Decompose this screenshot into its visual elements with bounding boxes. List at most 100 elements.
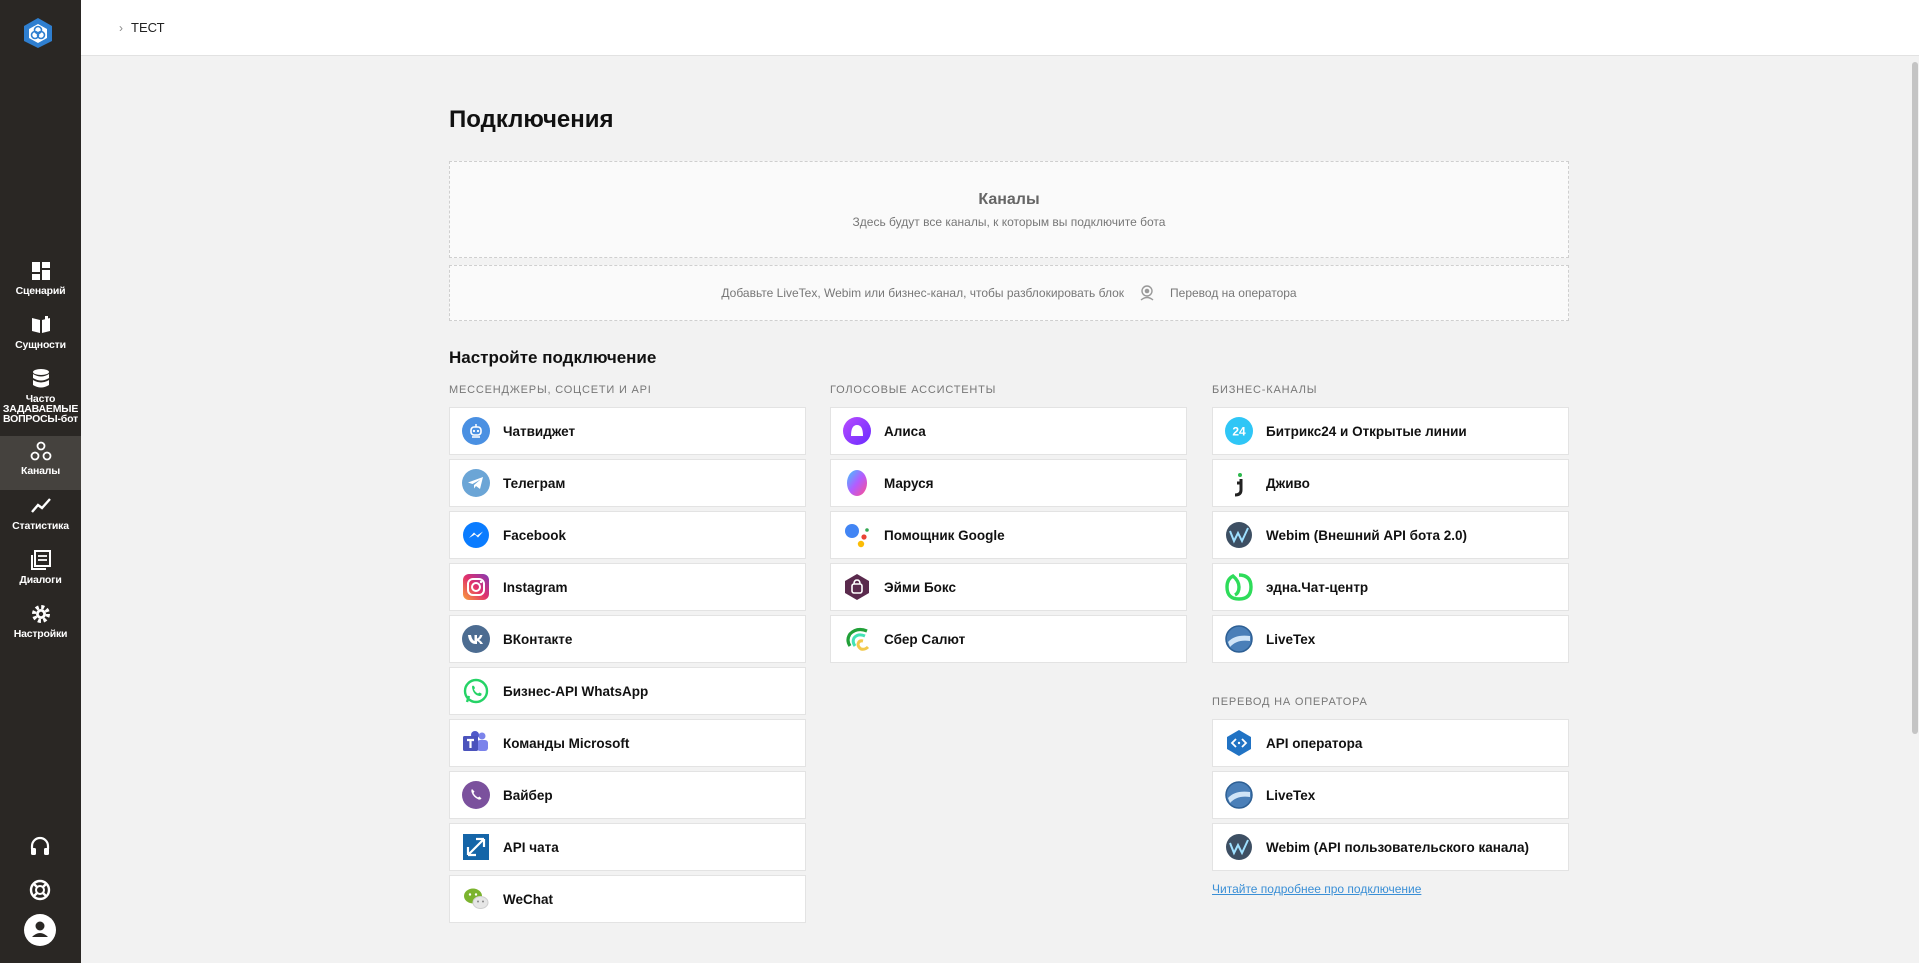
nav-item-faq-bot[interactable]: Часто ЗАДАВАЕМЫЕ ВОПРОСЫ-бот	[0, 364, 81, 428]
edna-icon	[1225, 573, 1253, 601]
nav-item-settings[interactable]: Настройки	[0, 599, 81, 653]
channel-label: Маруся	[884, 475, 934, 491]
nav-item-channels[interactable]: Каналы	[0, 436, 81, 490]
channel-label: Команды Microsoft	[503, 735, 630, 751]
operator-api-icon	[1225, 729, 1253, 757]
channel-viber[interactable]: Вайбер	[449, 771, 806, 819]
support-headset-icon[interactable]	[24, 831, 56, 863]
channel-label: Алиса	[884, 423, 926, 439]
channel-livetex-business[interactable]: LiveTex	[1212, 615, 1569, 663]
messengers-column: МЕССЕНДЖЕРЫ, СОЦСЕТИ И API Чатвиджет Тел…	[449, 383, 806, 927]
channel-label: Webim (Внешний API бота 2.0)	[1266, 527, 1468, 543]
voice-column: ГОЛОСОВЫЕ АССИСТЕНТЫ Алиса Маруся Помощн…	[830, 383, 1187, 667]
channel-facebook[interactable]: Facebook	[449, 511, 806, 559]
database-icon	[32, 369, 49, 388]
dashboard-icon	[31, 262, 50, 280]
nav-item-dialogs[interactable]: Диалоги	[0, 545, 81, 599]
livetex-icon	[1225, 781, 1253, 809]
gear-icon	[31, 605, 50, 623]
channel-label: Бизнес-API WhatsApp	[503, 683, 649, 699]
channel-label: ВКонтакте	[503, 631, 573, 647]
channel-label: Эйми Бокс	[884, 579, 956, 595]
channels-icon	[30, 441, 51, 461]
channel-wechat[interactable]: WeChat	[449, 875, 806, 923]
channel-amy-box[interactable]: Эйми Бокс	[830, 563, 1187, 611]
channel-jivo[interactable]: Дживо	[1212, 459, 1569, 507]
channel-chatwidget[interactable]: Чатвиджет	[449, 407, 806, 455]
nav-item-statistics[interactable]: Статистика	[0, 491, 81, 545]
nav-item-scenario[interactable]: Сценарий	[0, 256, 81, 310]
connected-channels-box: Каналы Здесь будут все каналы, к которым…	[449, 161, 1569, 258]
help-lifebuoy-icon[interactable]	[24, 874, 56, 906]
nav-label: Диалоги	[19, 574, 62, 586]
instagram-icon	[462, 573, 490, 601]
nav-label: Каналы	[21, 465, 60, 477]
channel-vkontakte[interactable]: ВКонтакте	[449, 615, 806, 663]
vk-icon	[462, 625, 490, 653]
channel-label: API оператора	[1266, 735, 1363, 751]
channel-telegram[interactable]: Телеграм	[449, 459, 806, 507]
jivo-icon	[1225, 469, 1253, 497]
channel-bitrix24[interactable]: 24 Битрикс24 и Открытые линии	[1212, 407, 1569, 455]
dialogs-icon	[30, 550, 51, 570]
operator-livetex[interactable]: LiveTex	[1212, 771, 1569, 819]
nav-item-entities[interactable]: Сущности	[0, 310, 81, 364]
channel-edna-chat-center[interactable]: эдна.Чат-центр	[1212, 563, 1569, 611]
google-assistant-icon	[843, 521, 871, 549]
channel-label: Сбер Салют	[884, 631, 966, 647]
book-icon	[31, 316, 50, 333]
viber-icon	[462, 781, 490, 809]
channel-label: LiveTex	[1266, 787, 1316, 803]
channel-label: Webim (API пользовательского канала)	[1266, 839, 1529, 855]
channel-webim-bot-api[interactable]: Webim (Внешний API бота 2.0)	[1212, 511, 1569, 559]
webim-icon	[1225, 833, 1253, 861]
chevron-right-icon: ›	[119, 20, 123, 35]
operator-icon	[1138, 284, 1156, 302]
channel-google-assistant[interactable]: Помощник Google	[830, 511, 1187, 559]
whatsapp-icon	[462, 677, 490, 705]
channel-label: Instagram	[503, 579, 568, 595]
operator-hint: Добавьте LiveTex, Webim или бизнес-канал…	[721, 286, 1125, 300]
read-more-link[interactable]: Читайте подробнее про подключение	[1212, 882, 1421, 896]
sidebar: Сценарий Сущности Часто ЗАДАВАЕМЫЕ ВОПРО…	[0, 0, 81, 963]
breadcrumb-project[interactable]: ТЕСТ	[131, 20, 165, 35]
livetex-icon	[1225, 625, 1253, 653]
alice-icon	[843, 417, 871, 445]
marusya-icon	[843, 469, 871, 497]
chart-icon	[30, 498, 51, 513]
channel-marusya[interactable]: Маруся	[830, 459, 1187, 507]
operator-api[interactable]: API оператора	[1212, 719, 1569, 767]
scrollbar-thumb[interactable]	[1912, 62, 1918, 734]
app-logo[interactable]	[21, 16, 55, 50]
user-avatar-icon[interactable]	[24, 914, 56, 946]
channel-label: Дживо	[1266, 475, 1310, 491]
channel-chat-api[interactable]: API чата	[449, 823, 806, 871]
channel-label: Вайбер	[503, 787, 553, 803]
channel-label: Битрикс24 и Открытые линии	[1266, 423, 1467, 439]
sber-salute-icon	[843, 625, 871, 653]
voice-heading: ГОЛОСОВЫЕ АССИСТЕНТЫ	[830, 384, 997, 396]
nav-label: Часто ЗАДАВАЕМЫЕ ВОПРОСЫ-бот	[2, 393, 79, 425]
channels-title: Каналы	[978, 191, 1040, 208]
wechat-icon	[462, 885, 490, 913]
channel-label: Телеграм	[503, 475, 566, 491]
channel-label: Facebook	[503, 527, 567, 543]
amy-box-icon	[843, 573, 871, 601]
telegram-icon	[462, 469, 490, 497]
chatwidget-icon	[462, 417, 490, 445]
operator-webim-custom-channel[interactable]: Webim (API пользовательского канала)	[1212, 823, 1569, 871]
bitrix24-icon: 24	[1225, 417, 1253, 445]
channel-alice[interactable]: Алиса	[830, 407, 1187, 455]
breadcrumb: › ТЕСТ	[119, 20, 165, 35]
channel-instagram[interactable]: Instagram	[449, 563, 806, 611]
channel-whatsapp[interactable]: Бизнес-API WhatsApp	[449, 667, 806, 715]
channel-label: Чатвиджет	[503, 423, 576, 439]
messengers-heading: МЕССЕНДЖЕРЫ, СОЦСЕТИ И API	[449, 384, 652, 396]
channel-microsoft-teams[interactable]: Команды Microsoft	[449, 719, 806, 767]
channel-sber-salute[interactable]: Сбер Салют	[830, 615, 1187, 663]
channels-subtitle: Здесь будут все каналы, к которым вы под…	[852, 215, 1166, 229]
channel-label: Помощник Google	[884, 527, 1005, 543]
scrollbar[interactable]	[1911, 56, 1919, 963]
channel-label: эдна.Чат-центр	[1266, 579, 1369, 595]
operator-heading: ПЕРЕВОД НА ОПЕРАТОРА	[1212, 696, 1368, 708]
